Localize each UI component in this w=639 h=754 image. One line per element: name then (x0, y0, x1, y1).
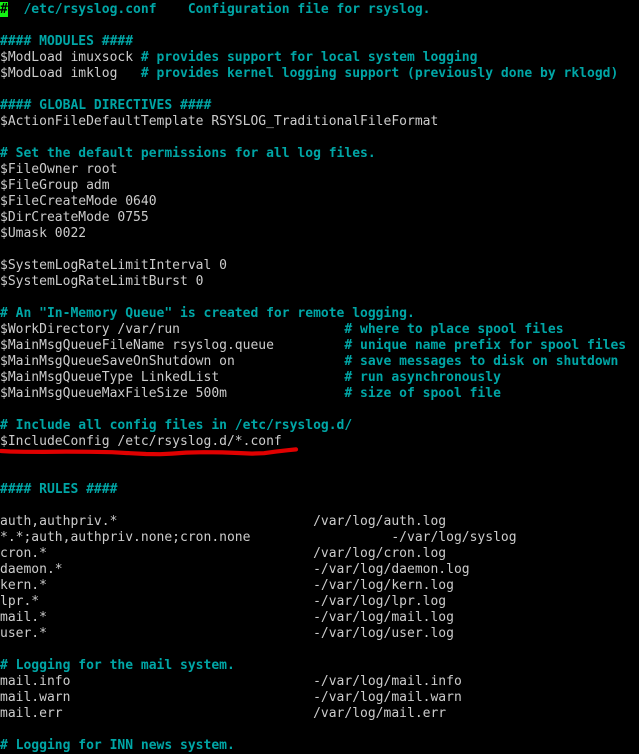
terminal-line: #### GLOBAL DIRECTIVES #### (0, 98, 639, 114)
terminal-text-segment: mail.info -/var/log/mail.info (0, 674, 462, 689)
terminal-text-segment: #### MODULES #### (0, 34, 134, 49)
terminal-line: # An "In-Memory Queue" is created for re… (0, 306, 639, 322)
terminal-text-segment: # unique name prefix for spool files (344, 338, 627, 353)
terminal-text-segment: # Include all config files in /etc/rsysl… (0, 418, 353, 433)
terminal-text-segment: daemon.* -/var/log/daemon.log (0, 562, 470, 577)
terminal-line: #### RULES #### (0, 482, 639, 498)
terminal-text-segment: $ActionFileDefaultTemplate RSYSLOG_Tradi… (0, 114, 439, 129)
terminal-text-segment: $MainMsgQueueType LinkedList (0, 370, 345, 385)
terminal-text-segment: # Logging for INN news system. (0, 738, 235, 753)
terminal-text-segment: $FileGroup adm (0, 178, 110, 193)
terminal-text-segment: user.* -/var/log/user.log (0, 626, 454, 641)
terminal-text-segment: # provides support for local system logg… (140, 50, 478, 65)
terminal-line: lpr.* -/var/log/lpr.log (0, 594, 639, 610)
terminal-line: # Logging for INN news system. (0, 738, 639, 754)
terminal-line: $ModLoad imuxsock # provides support for… (0, 50, 639, 66)
terminal-text-segment: $Umask 0022 (0, 226, 87, 241)
terminal-line: $ActionFileDefaultTemplate RSYSLOG_Tradi… (0, 114, 639, 130)
terminal-text-segment: $MainMsgQueueFileName rsyslog.queue (0, 338, 345, 353)
terminal-line: $Umask 0022 (0, 226, 639, 242)
terminal-line: user.* -/var/log/user.log (0, 626, 639, 642)
terminal-line: # /etc/rsyslog.conf Configuration file f… (0, 2, 639, 18)
terminal-text-segment: # Set the default permissions for all lo… (0, 146, 376, 161)
text-cursor[interactable]: # (0, 2, 8, 17)
terminal-line: $SystemLogRateLimitBurst 0 (0, 274, 639, 290)
terminal-line: # Set the default permissions for all lo… (0, 146, 639, 162)
terminal-text-segment: $FileCreateMode 0640 (0, 194, 157, 209)
terminal-text-segment: # provides kernel logging support (previ… (140, 66, 619, 81)
terminal-text-segment: kern.* -/var/log/kern.log (0, 578, 454, 593)
terminal-line: mail.* -/var/log/mail.log (0, 610, 639, 626)
terminal-line: $MainMsgQueueSaveOnShutdown on # save me… (0, 354, 639, 370)
terminal-line: $WorkDirectory /var/run # where to place… (0, 322, 639, 338)
terminal-text-segment: # run asynchronously (344, 370, 501, 385)
terminal-text-segment: auth,authpriv.* /var/log/auth.log (0, 514, 447, 529)
terminal-line: # Include all config files in /etc/rsysl… (0, 418, 639, 434)
terminal-line: kern.* -/var/log/kern.log (0, 578, 639, 594)
terminal-text-buffer[interactable]: # /etc/rsyslog.conf Configuration file f… (0, 0, 639, 754)
terminal-text-segment: # An "In-Memory Queue" is created for re… (0, 306, 415, 321)
terminal-line: mail.info -/var/log/mail.info (0, 674, 639, 690)
terminal-line: $FileOwner root (0, 162, 639, 178)
terminal-text-segment: # size of spool file (344, 386, 501, 401)
terminal-line: $SystemLogRateLimitInterval 0 (0, 258, 639, 274)
terminal-text-segment: #### GLOBAL DIRECTIVES #### (0, 98, 212, 113)
terminal-text-segment: mail.* -/var/log/mail.log (0, 610, 454, 625)
terminal-text-segment: $IncludeConfig /etc/rsyslog.d/*.conf (0, 434, 282, 449)
terminal-text-segment: mail.err /var/log/mail.err (0, 706, 447, 721)
terminal-line: $FileCreateMode 0640 (0, 194, 639, 210)
terminal-text-segment: #### RULES #### (0, 482, 118, 497)
terminal-line: $MainMsgQueueFileName rsyslog.queue # un… (0, 338, 639, 354)
terminal-text-segment: # Logging for the mail system. (0, 658, 235, 673)
terminal-line: $FileGroup adm (0, 178, 639, 194)
terminal-line: $DirCreateMode 0755 (0, 210, 639, 226)
terminal-text-segment: $DirCreateMode 0755 (0, 210, 149, 225)
terminal-line: cron.* /var/log/cron.log (0, 546, 639, 562)
terminal-line: daemon.* -/var/log/daemon.log (0, 562, 639, 578)
terminal-text-segment: $SystemLogRateLimitBurst 0 (0, 274, 204, 289)
terminal-line: $MainMsgQueueType LinkedList # run async… (0, 370, 639, 386)
terminal-text-segment: # where to place spool files (344, 322, 564, 337)
terminal-text-segment: *.*;auth,authpriv.none;cron.none -/var/l… (0, 530, 517, 545)
terminal-line: #### MODULES #### (0, 34, 639, 50)
terminal-line: mail.warn -/var/log/mail.warn (0, 690, 639, 706)
terminal-line: *.*;auth,authpriv.none;cron.none -/var/l… (0, 530, 639, 546)
terminal-text-segment: $MainMsgQueueMaxFileSize 500m (0, 386, 345, 401)
terminal-line: $ModLoad imklog # provides kernel loggin… (0, 66, 639, 82)
terminal-text-segment: $MainMsgQueueSaveOnShutdown on (0, 354, 345, 369)
terminal-text-segment: $ModLoad imuxsock (0, 50, 141, 65)
terminal-text-segment: # save messages to disk on shutdown (344, 354, 619, 369)
terminal-text-segment: $WorkDirectory /var/run (0, 322, 345, 337)
terminal-text-segment: $ModLoad imklog (0, 66, 141, 81)
terminal-line: auth,authpriv.* /var/log/auth.log (0, 514, 639, 530)
terminal-text-segment: cron.* /var/log/cron.log (0, 546, 447, 561)
terminal-text-segment: /etc/rsyslog.conf Configuration file for… (7, 2, 431, 17)
terminal-line: $MainMsgQueueMaxFileSize 500m # size of … (0, 386, 639, 402)
terminal-window[interactable]: # /etc/rsyslog.conf Configuration file f… (0, 0, 639, 754)
terminal-text-segment: lpr.* -/var/log/lpr.log (0, 594, 447, 609)
terminal-line: $IncludeConfig /etc/rsyslog.d/*.conf (0, 434, 639, 450)
terminal-line: mail.err /var/log/mail.err (0, 706, 639, 722)
terminal-text-segment: mail.warn -/var/log/mail.warn (0, 690, 462, 705)
terminal-line: # Logging for the mail system. (0, 658, 639, 674)
terminal-text-segment: $FileOwner root (0, 162, 118, 177)
terminal-text-segment: $SystemLogRateLimitInterval 0 (0, 258, 227, 273)
